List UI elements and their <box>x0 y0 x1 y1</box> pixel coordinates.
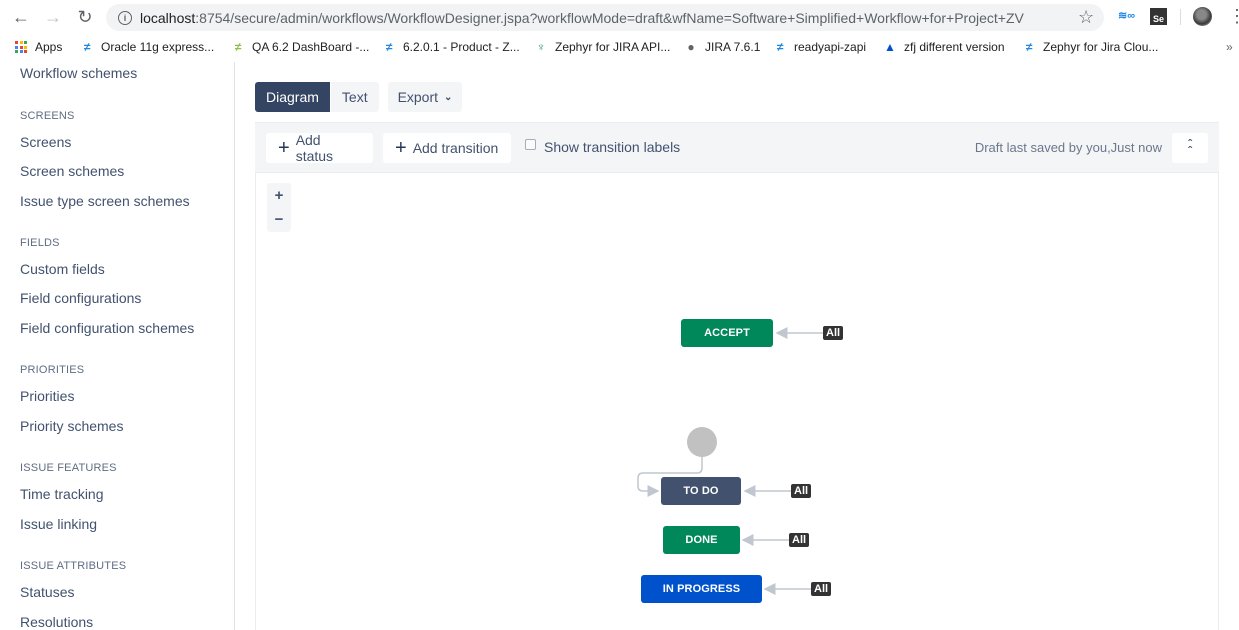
more-bookmarks-button[interactable]: » <box>1226 40 1233 54</box>
sidebar-item-field-configurations[interactable]: Field configurations <box>20 290 141 306</box>
sidebar-item-workflow-schemes[interactable]: Workflow schemes <box>20 65 137 81</box>
more-menu-icon[interactable]: ⋮ <box>1228 6 1239 26</box>
url-host: localhost <box>140 9 196 26</box>
selenium-extension-icon[interactable]: Se <box>1150 8 1167 25</box>
sidebar-item-screens[interactable]: Screens <box>20 134 71 150</box>
bookmark-star-icon[interactable]: ☆ <box>1078 7 1094 28</box>
sidebar-item-resolutions[interactable]: Resolutions <box>20 614 93 630</box>
sidebar-item-priorities[interactable]: Priorities <box>20 388 74 404</box>
zephyr-extension-icon[interactable]: ≋∞ <box>1118 9 1136 25</box>
globe-icon: ● <box>687 40 695 54</box>
chevron-down-icon: ⌄ <box>444 91 453 103</box>
status-node-done[interactable]: DONE <box>663 526 740 554</box>
draft-status-text: Draft last saved by you,Just now <box>974 140 1162 155</box>
zephyr-icon: ≠ <box>776 40 784 54</box>
status-node-in-progress[interactable]: IN PROGRESS <box>641 575 762 603</box>
toolbar-separator <box>1180 9 1181 25</box>
all-transition-badge[interactable]: All <box>789 533 810 547</box>
add-status-button[interactable]: + Add status <box>266 132 373 164</box>
back-icon[interactable]: ← <box>10 6 32 28</box>
status-node-accept[interactable]: ACCEPT <box>681 319 773 347</box>
designer-toolbar: + Add status + Add transition Show trans… <box>255 122 1219 173</box>
bookmark-item[interactable]: ≠ Zephyr for Jira Clou... <box>1022 40 1159 54</box>
profile-avatar[interactable] <box>1193 7 1212 26</box>
bookmark-item[interactable]: ▲ zfj different version <box>883 40 1004 54</box>
sidebar-item-priority-schemes[interactable]: Priority schemes <box>20 418 123 434</box>
bookmark-item[interactable]: ≠ readyapi-zapi <box>773 40 866 54</box>
bookmarks-bar: Apps ≠ Oracle 11g express... ≠ QA 6.2 Da… <box>0 36 1239 60</box>
workflow-canvas[interactable]: + − ACCEPT All TO DO All DONE All IN PRO… <box>255 173 1219 630</box>
url-path: :8754/secure/admin/workflows/WorkflowDes… <box>195 9 1024 26</box>
add-transition-button[interactable]: + Add transition <box>383 133 511 163</box>
sidebar-heading-priorities: PRIORITIES <box>20 364 85 376</box>
reload-icon[interactable]: ↻ <box>74 6 96 28</box>
view-toggle: Diagram Text <box>255 82 379 112</box>
sidebar-item-time-tracking[interactable]: Time tracking <box>20 486 104 502</box>
bookmark-item[interactable]: ≠ QA 6.2 DashBoard -... <box>231 40 370 54</box>
atlassian-icon: ▲ <box>884 40 896 54</box>
sidebar-heading-fields: FIELDS <box>20 237 60 249</box>
sidebar-heading-issue-features: ISSUE FEATURES <box>20 462 117 474</box>
export-button[interactable]: Export ⌄ <box>388 82 462 112</box>
bookmark-item[interactable]: ● JIRA 7.6.1 <box>684 40 760 54</box>
zephyr-icon: ≠ <box>83 40 91 54</box>
tab-text[interactable]: Text <box>330 82 379 112</box>
sidebar-item-issue-linking[interactable]: Issue linking <box>20 516 97 532</box>
plus-icon: + <box>278 137 290 159</box>
sidebar-item-issue-type-screen-schemes[interactable]: Issue type screen schemes <box>20 193 190 209</box>
show-transition-labels-toggle[interactable]: Show transition labels <box>525 138 680 155</box>
sidebar-item-screen-schemes[interactable]: Screen schemes <box>20 163 124 179</box>
address-bar[interactable]: i localhost:8754/secure/admin/workflows/… <box>106 4 1104 31</box>
diagram-connectors <box>637 327 823 595</box>
status-node-todo[interactable]: TO DO <box>661 477 741 505</box>
apps-grid-icon <box>14 40 28 54</box>
site-info-icon[interactable]: i <box>118 10 132 25</box>
all-transition-badge[interactable]: All <box>791 484 812 498</box>
sidebar-heading-issue-attributes: ISSUE ATTRIBUTES <box>20 560 127 572</box>
bookmark-item[interactable]: ≠ Oracle 11g express... <box>80 40 214 54</box>
zephyr-icon: ≠ <box>234 40 242 54</box>
show-transition-labels-checkbox[interactable] <box>525 138 536 150</box>
bookmark-apps[interactable]: Apps <box>14 40 62 54</box>
admin-sidebar: Workflow schemes SCREENS Screens Screen … <box>0 62 235 630</box>
forward-icon[interactable]: → <box>42 6 64 28</box>
all-transition-badge[interactable]: All <box>811 582 832 596</box>
swagger-icon: ♆ <box>536 40 546 54</box>
double-chevron-up-icon: ˆˆ <box>1188 137 1192 158</box>
sidebar-heading-screens: SCREENS <box>20 110 75 122</box>
plus-icon: + <box>395 137 407 159</box>
sidebar-item-statuses[interactable]: Statuses <box>20 584 74 600</box>
zephyr-icon: ≠ <box>1025 40 1033 54</box>
browser-chrome: ← → ↻ i localhost:8754/secure/admin/work… <box>0 0 1239 62</box>
all-transition-badge[interactable]: All <box>823 326 844 340</box>
tab-diagram[interactable]: Diagram <box>255 82 330 112</box>
collapse-toolbar-button[interactable]: ˆˆ <box>1172 133 1208 163</box>
bookmark-item[interactable]: ♆ Zephyr for JIRA API... <box>534 40 671 54</box>
initial-state-circle[interactable] <box>687 427 717 457</box>
zephyr-icon: ≠ <box>385 40 393 54</box>
bookmark-item[interactable]: ≠ 6.2.0.1 - Product - Z... <box>382 40 520 54</box>
sidebar-item-custom-fields[interactable]: Custom fields <box>20 261 105 277</box>
sidebar-item-field-configuration-schemes[interactable]: Field configuration schemes <box>20 320 194 336</box>
